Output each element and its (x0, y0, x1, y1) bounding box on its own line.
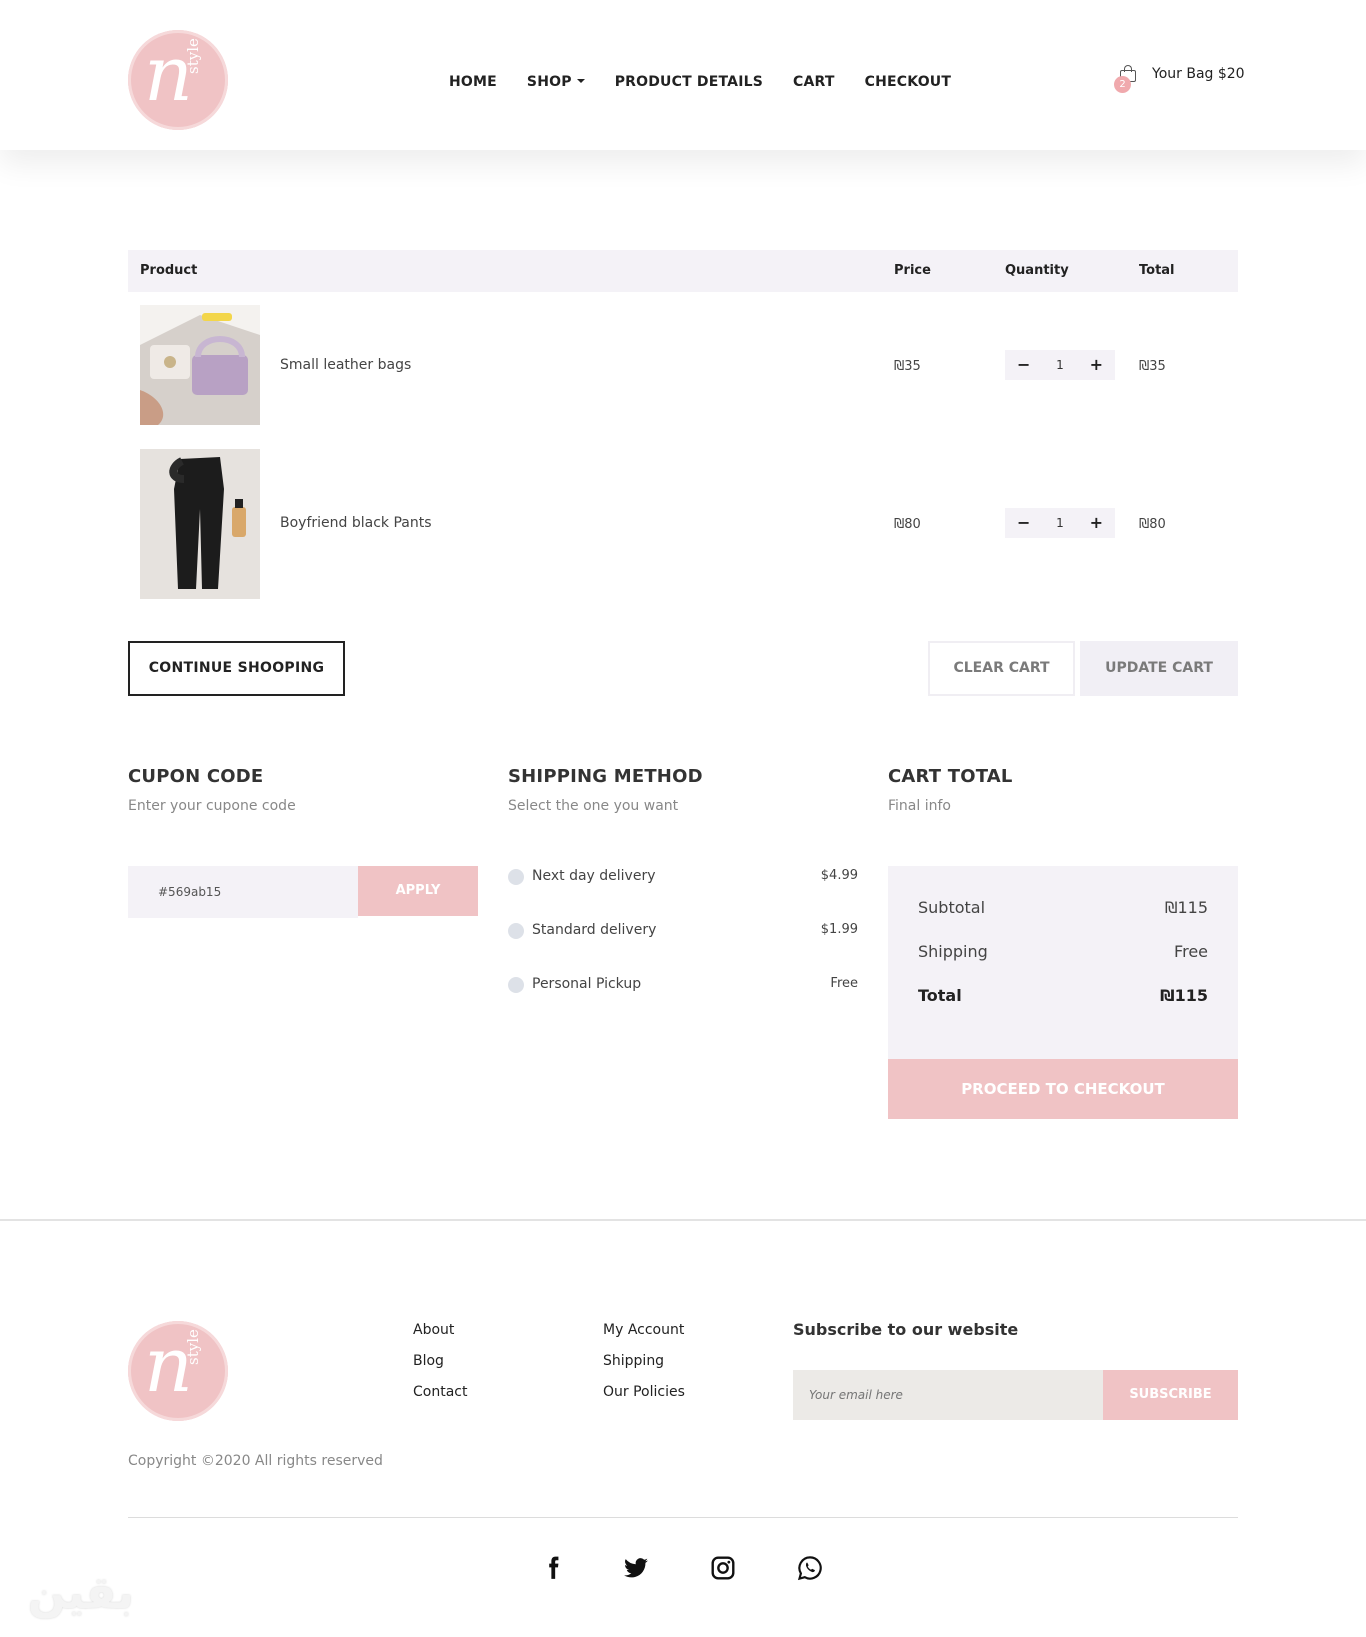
total-value: ₪115 (1160, 986, 1208, 1005)
line-total: ₪35 (1139, 359, 1166, 374)
cart-total-title: CART TOTAL (888, 766, 1013, 787)
increase-button[interactable]: + (1090, 350, 1103, 380)
main-nav: HOME SHOP PRODUCT DETAILS CART CHECKOUT (449, 74, 951, 90)
quantity-stepper: − 1 + (1005, 350, 1115, 380)
subscribe-title: Subscribe to our website (793, 1320, 1019, 1339)
brand-logo[interactable]: n style (128, 30, 228, 130)
shipping-option-name: Next day delivery (532, 868, 656, 884)
bag-label: Your Bag $20 (1152, 66, 1245, 82)
coupon-title: CUPON CODE (128, 766, 264, 787)
footer-link-about[interactable]: About (413, 1322, 454, 1338)
continue-shopping-button[interactable]: CONTINUE SHOOPING (128, 641, 345, 696)
shipping-option-price: $1.99 (820, 922, 858, 937)
shopping-bag-icon: 2 (1114, 64, 1136, 93)
radio-button[interactable] (508, 977, 524, 993)
shipping-option[interactable]: Standard delivery $1.99 (508, 921, 858, 941)
line-total: ₪80 (1139, 517, 1166, 532)
col-price: Price (894, 263, 931, 278)
cart-table-header: Product Price Quantity Total (128, 250, 1238, 292)
shipping-line: Shipping Free (918, 942, 1208, 961)
clear-cart-button[interactable]: CLEAR CART (928, 641, 1075, 696)
subtotal-value: ₪115 (1164, 898, 1208, 917)
increase-button[interactable]: + (1090, 508, 1103, 538)
quantity-stepper: − 1 + (1005, 508, 1115, 538)
subtotal-label: Subtotal (918, 898, 986, 917)
logo-word: style (184, 38, 202, 74)
apply-coupon-button[interactable]: APPLY (358, 866, 478, 916)
nav-cart[interactable]: CART (793, 74, 835, 90)
col-total: Total (1139, 263, 1175, 278)
footer-logo[interactable]: n style (128, 1321, 228, 1421)
product-price: ₪35 (894, 359, 921, 374)
site-header: n style HOME SHOP PRODUCT DETAILS CART C… (0, 0, 1366, 150)
col-quantity: Quantity (1005, 263, 1069, 278)
product-image[interactable] (140, 449, 260, 599)
product-price: ₪80 (894, 517, 921, 532)
shipping-value: Free (1174, 942, 1208, 961)
footer-link-shipping[interactable]: Shipping (603, 1353, 664, 1369)
nav-home[interactable]: HOME (449, 74, 497, 90)
shipping-option[interactable]: Personal Pickup Free (508, 975, 858, 995)
totals-panel: Subtotal ₪115 Shipping Free Total ₪115 (888, 866, 1238, 1059)
nav-shop[interactable]: SHOP (527, 74, 585, 90)
cart-row: Boyfriend black Pants ₪80 − 1 + ₪80 (128, 449, 1238, 599)
radio-button[interactable] (508, 923, 524, 939)
footer-link-policies[interactable]: Our Policies (603, 1384, 685, 1400)
email-field[interactable] (793, 1370, 1103, 1420)
facebook-icon[interactable] (540, 1555, 566, 1581)
shipping-option-name: Personal Pickup (532, 976, 642, 992)
subtotal-line: Subtotal ₪115 (918, 898, 1208, 917)
shipping-label: Shipping (918, 942, 988, 961)
shipping-option-price: Free (830, 976, 858, 991)
bag-count-badge: 2 (1114, 76, 1131, 93)
quantity-value[interactable]: 1 (1056, 516, 1064, 530)
footer-link-contact[interactable]: Contact (413, 1384, 467, 1400)
proceed-to-checkout-button[interactable]: PROCEED TO CHECKOUT (888, 1059, 1238, 1119)
whatsapp-icon[interactable] (797, 1555, 823, 1581)
footer-divider (0, 1219, 1366, 1221)
footer-divider (128, 1517, 1238, 1518)
logo-word: style (184, 1329, 202, 1365)
shipping-option[interactable]: Next day delivery $4.99 (508, 867, 858, 887)
instagram-icon[interactable] (710, 1555, 736, 1581)
bag-summary[interactable]: 2 Your Bag $20 (1114, 64, 1245, 93)
quantity-value[interactable]: 1 (1056, 358, 1064, 372)
shipping-title: SHIPPING METHOD (508, 766, 703, 787)
caret-down-icon (576, 79, 585, 83)
total-line: Total ₪115 (918, 986, 1208, 1005)
update-cart-button[interactable]: UPDATE CART (1080, 641, 1238, 696)
nav-product-details[interactable]: PRODUCT DETAILS (615, 74, 763, 90)
decrease-button[interactable]: − (1017, 350, 1030, 380)
twitter-icon[interactable] (623, 1555, 649, 1581)
shipping-option-price: $4.99 (820, 868, 858, 883)
cart-row: Small leather bags ₪35 − 1 + ₪35 (128, 305, 1238, 425)
shipping-option-name: Standard delivery (532, 922, 657, 938)
nav-checkout[interactable]: CHECKOUT (865, 74, 951, 90)
subscribe-button[interactable]: SUBSCRIBE (1103, 1370, 1238, 1420)
total-label: Total (918, 986, 962, 1005)
cart-total-subtitle: Final info (888, 798, 951, 814)
product-image[interactable] (140, 305, 260, 425)
footer-link-my-account[interactable]: My Account (603, 1322, 684, 1338)
product-name[interactable]: Boyfriend black Pants (280, 515, 432, 531)
footer-link-blog[interactable]: Blog (413, 1353, 444, 1369)
shipping-subtitle: Select the one you want (508, 798, 679, 814)
radio-button[interactable] (508, 869, 524, 885)
copyright-text: Copyright ©2020 All rights reserved (128, 1453, 383, 1469)
product-name[interactable]: Small leather bags (280, 357, 411, 373)
coupon-subtitle: Enter your cupone code (128, 798, 296, 814)
col-product: Product (140, 263, 198, 278)
watermark-logo: ﺑﻘﻴﻦ (28, 1568, 134, 1619)
nav-shop-label: SHOP (526, 74, 572, 90)
coupon-input[interactable] (128, 866, 358, 918)
decrease-button[interactable]: − (1017, 508, 1030, 538)
